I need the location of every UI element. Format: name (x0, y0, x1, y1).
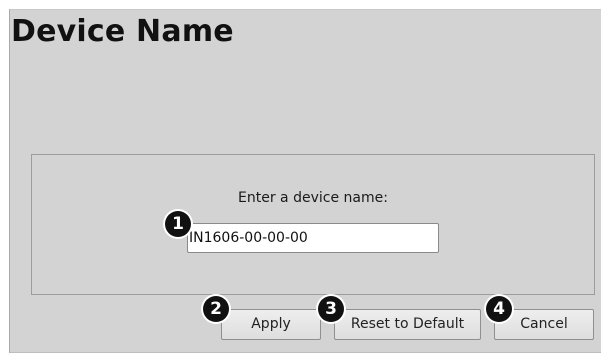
callout-marker-1: 1 (165, 211, 191, 237)
device-name-label: Enter a device name: (238, 190, 388, 206)
apply-button[interactable]: Apply (221, 309, 321, 340)
page-title: Device Name (11, 14, 234, 49)
device-name-input[interactable] (187, 223, 439, 253)
callout-marker-2: 2 (203, 296, 229, 322)
reset-to-default-button[interactable]: Reset to Default (334, 309, 481, 340)
callout-marker-3: 3 (318, 296, 344, 322)
callout-marker-4: 4 (486, 296, 512, 322)
